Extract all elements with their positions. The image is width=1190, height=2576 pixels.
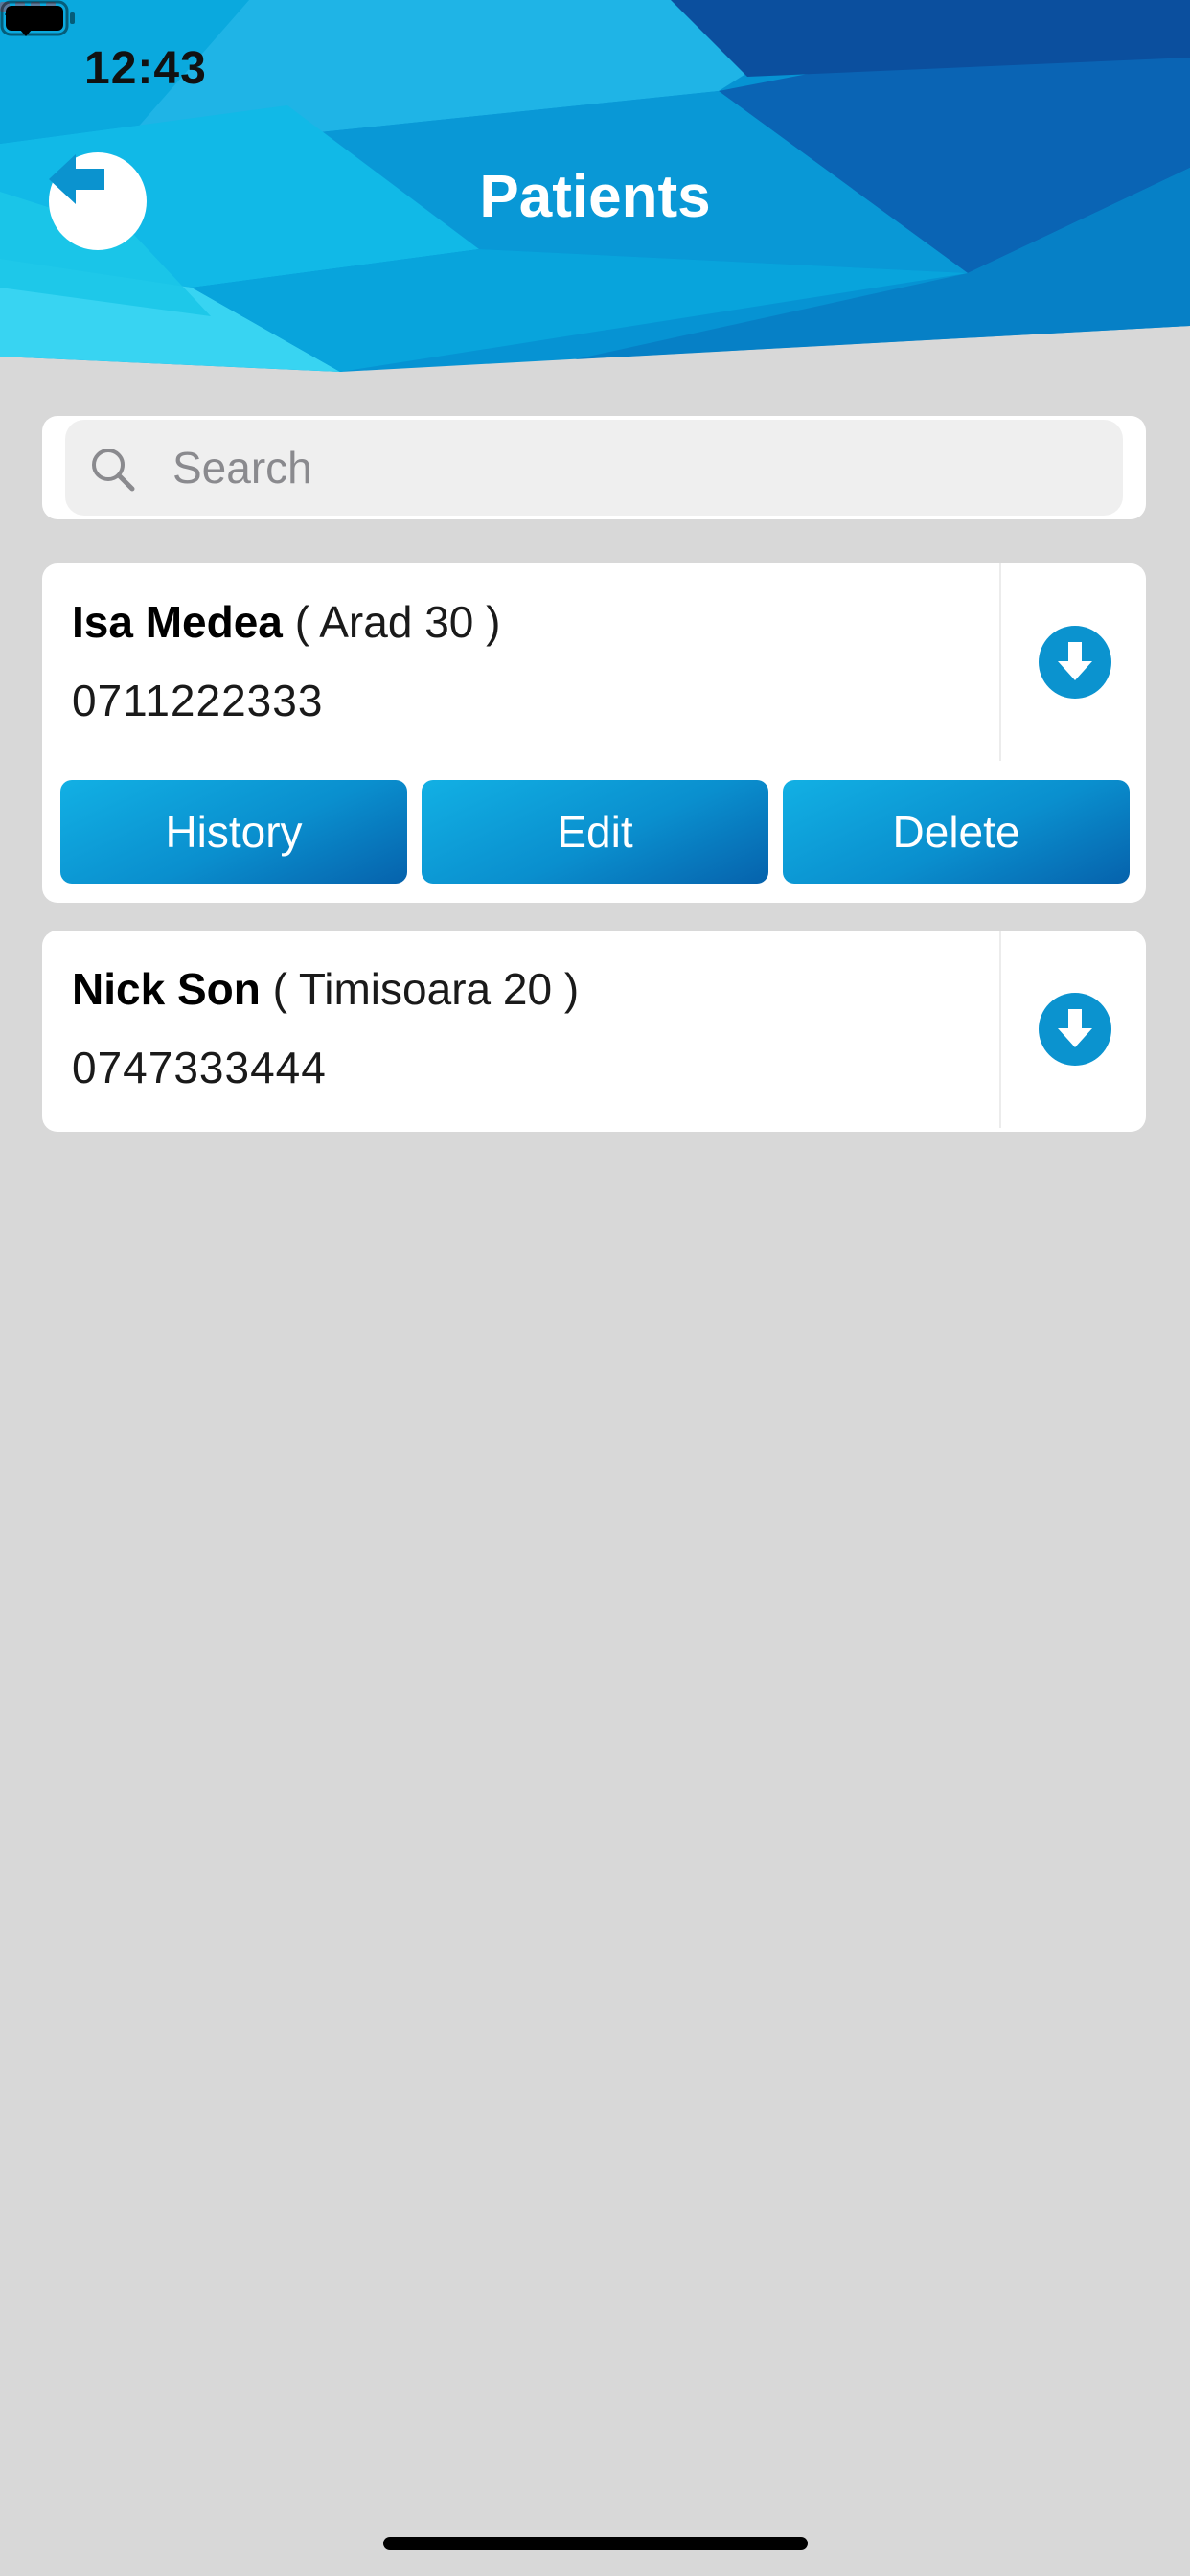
arrow-down-icon	[1058, 1009, 1092, 1047]
patient-name: Isa Medea	[72, 597, 283, 647]
delete-button[interactable]: Delete	[783, 780, 1130, 884]
patient-info: Nick Son ( Timisoara 20 ) 0747333444	[72, 963, 579, 1093]
card-divider	[999, 564, 1001, 761]
patient-address: ( Timisoara 20 )	[272, 964, 580, 1014]
search-input[interactable]	[172, 420, 1092, 516]
patient-name-line: Isa Medea ( Arad 30 )	[72, 596, 500, 648]
patient-info: Isa Medea ( Arad 30 ) 0711222333	[72, 596, 500, 726]
arrow-down-icon	[1058, 642, 1092, 680]
patient-name: Nick Son	[72, 964, 261, 1014]
patient-address: ( Arad 30 )	[294, 597, 501, 647]
edit-button[interactable]: Edit	[422, 780, 768, 884]
page-title: Patients	[479, 164, 711, 230]
home-indicator	[383, 2537, 808, 2550]
history-button[interactable]: History	[60, 780, 407, 884]
patient-phone: 0711222333	[72, 676, 324, 725]
battery-icon	[0, 0, 75, 36]
search-icon	[92, 448, 135, 492]
search-field[interactable]	[65, 420, 1123, 516]
patient-name-line: Nick Son ( Timisoara 20 )	[72, 963, 579, 1015]
patient-phone: 0747333444	[72, 1043, 327, 1092]
header: 12:43 Patients	[0, 0, 1190, 376]
status-time: 12:43	[84, 43, 207, 94]
patient-actions: History Edit Delete	[60, 780, 1130, 884]
download-button[interactable]	[1039, 993, 1111, 1066]
search-bar	[42, 416, 1146, 519]
patient-card[interactable]: Nick Son ( Timisoara 20 ) 0747333444	[42, 931, 1146, 1132]
patient-card[interactable]: Isa Medea ( Arad 30 ) 0711222333 History…	[42, 564, 1146, 903]
card-divider	[999, 931, 1001, 1128]
download-button[interactable]	[1039, 626, 1111, 699]
